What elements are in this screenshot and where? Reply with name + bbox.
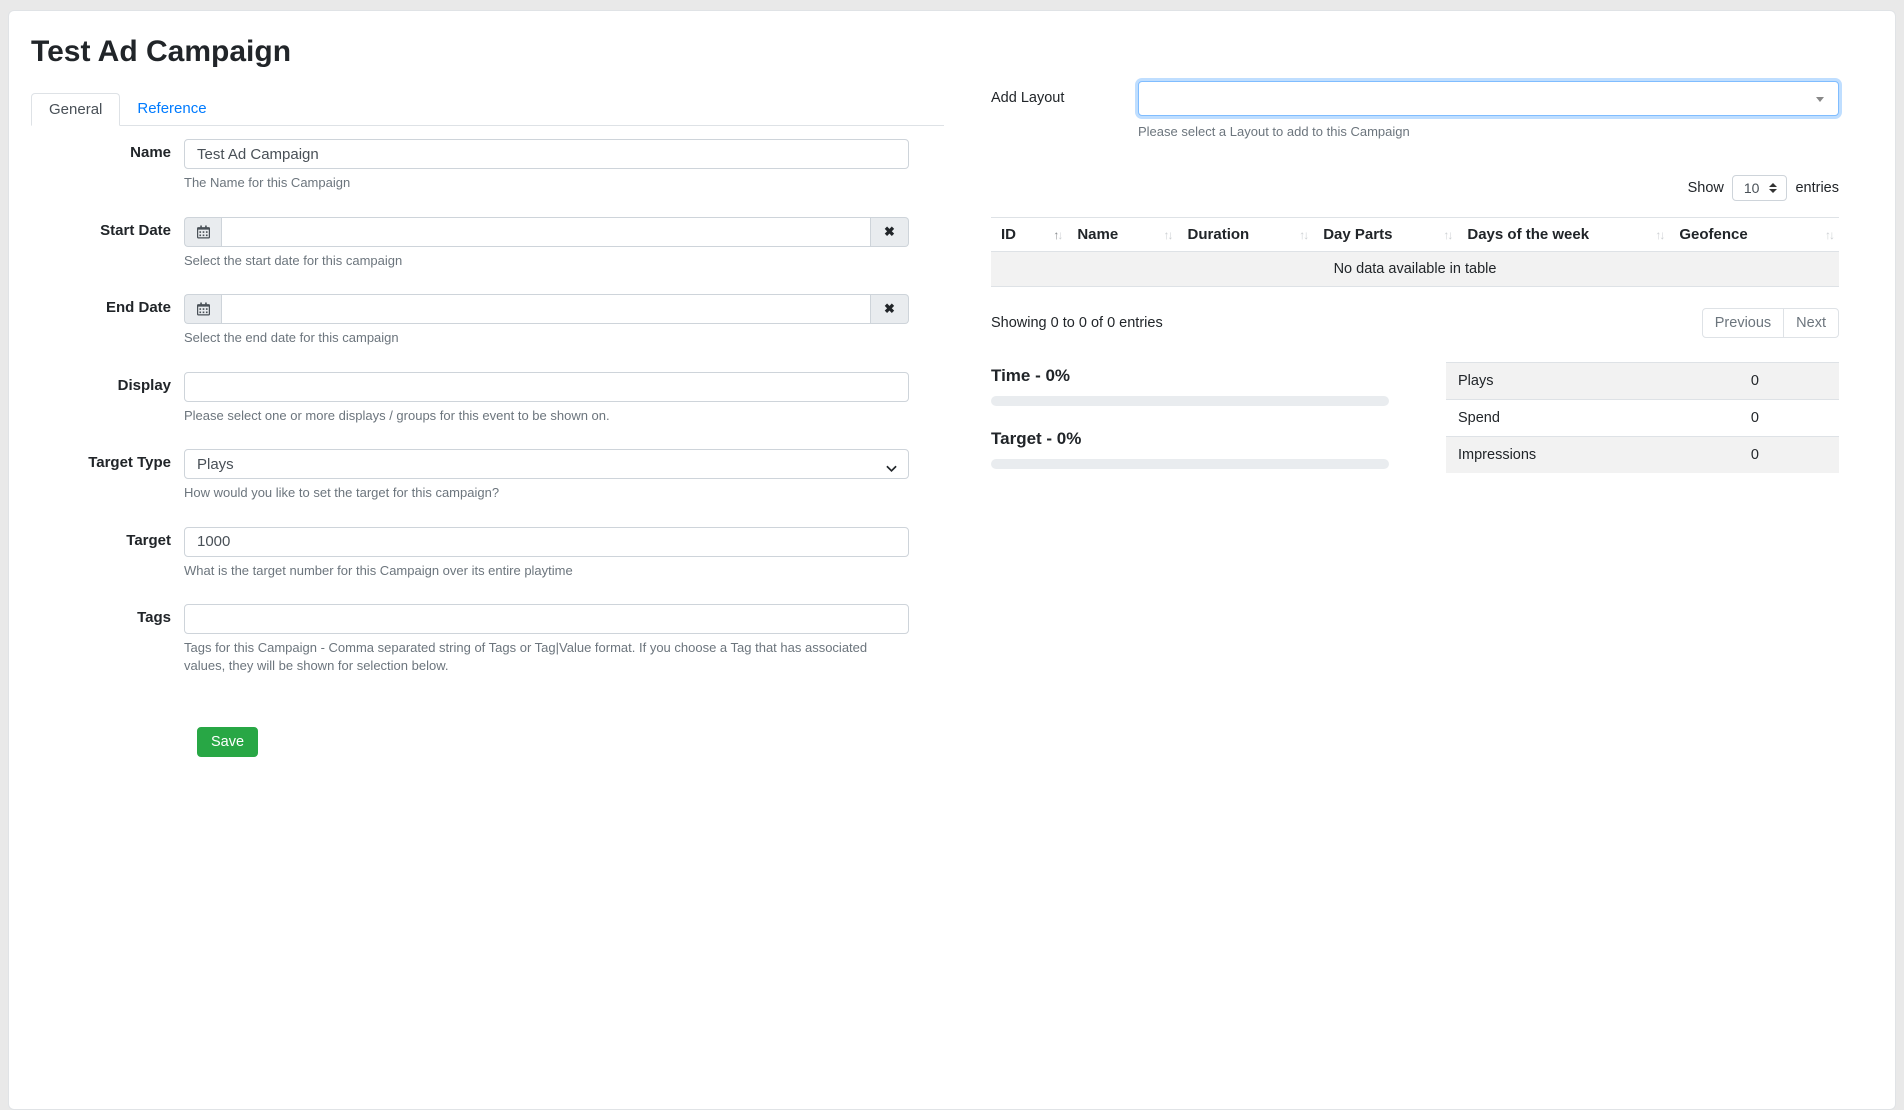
form-group-display: Display Please select one or more displa… [31,372,944,425]
stats-row-impressions: Impressions 0 [1446,437,1839,474]
page-length-select[interactable]: 10 [1732,175,1788,201]
end-date-input[interactable] [221,294,871,324]
sort-icon: ↑↓ [1825,228,1833,242]
tab-bar: General Reference [31,93,944,126]
stats-label: Spend [1446,400,1690,437]
display-label: Display [31,372,184,425]
column-label: Day Parts [1323,226,1392,243]
time-progress-label: Time - 0% [991,366,1389,386]
column-label: Duration [1188,226,1250,243]
chevron-down-icon [886,460,897,477]
stats-value: 0 [1690,400,1839,437]
dropdown-arrow-icon [1816,97,1824,102]
end-date-label: End Date [31,294,184,347]
column-header-name[interactable]: Name ↑↓ [1067,218,1177,252]
layouts-table: ID ↑↓ Name ↑↓ Duration ↑↓ Day Parts ↑↓ Days … [991,217,1839,287]
show-label: Show [1688,180,1724,196]
stats-table: Plays 0 Spend 0 Impressions 0 [1446,362,1839,473]
name-help: The Name for this Campaign [184,174,909,192]
progress-column: Time - 0% Target - 0% [991,362,1389,473]
add-layout-label: Add Layout [991,81,1138,116]
time-progress-bar [991,396,1389,406]
stats-row-spend: Spend 0 [1446,400,1839,437]
entries-label: entries [1795,180,1839,196]
end-date-clear-button[interactable]: ✖ [871,294,909,324]
layouts-table-header-row: ID ↑↓ Name ↑↓ Duration ↑↓ Day Parts ↑↓ Days … [991,218,1839,252]
target-label: Target [31,527,184,580]
sort-icon: ↑↓ [1299,228,1307,242]
empty-table-message: No data available in table [991,252,1839,287]
x-icon: ✖ [884,224,895,240]
form-group-end-date: End Date ✖ Select the end date for this … [31,294,944,347]
next-page-button[interactable]: Next [1783,308,1839,338]
target-type-select[interactable]: Plays [184,449,909,479]
start-date-clear-button[interactable]: ✖ [871,217,909,247]
end-date-help: Select the end date for this campaign [184,329,909,347]
name-input[interactable] [184,139,909,169]
target-help: What is the target number for this Campa… [184,562,909,580]
tags-help: Tags for this Campaign - Comma separated… [184,639,909,674]
add-layout-row: Add Layout [991,81,1839,116]
display-input[interactable] [184,372,909,402]
target-progress-bar [991,459,1389,469]
sort-icon: ↑↓ [1053,228,1061,242]
column-header-day-parts[interactable]: Day Parts ↑↓ [1313,218,1457,252]
main-card: Test Ad Campaign General Reference Name … [8,10,1896,1110]
sort-icon: ↑↓ [1655,228,1663,242]
table-info: Showing 0 to 0 of 0 entries [991,315,1163,331]
empty-table-row: No data available in table [991,252,1839,287]
layout-panel: Add Layout Please select a Layout to add… [991,81,1839,757]
form-group-tags: Tags Tags for this Campaign - Comma sepa… [31,604,944,674]
target-type-help: How would you like to set the target for… [184,484,909,502]
tab-reference[interactable]: Reference [120,93,223,125]
up-down-arrows-icon [1769,183,1777,193]
form-group-start-date: Start Date ✖ Select the start date for t… [31,217,944,270]
campaign-stats-section: Time - 0% Target - 0% Plays 0 Spend 0 [991,362,1839,473]
column-header-duration[interactable]: Duration ↑↓ [1178,218,1314,252]
start-date-input[interactable] [221,217,871,247]
tags-input[interactable] [184,604,909,634]
display-help: Please select one or more displays / gro… [184,407,909,425]
target-input[interactable] [184,527,909,557]
tags-label: Tags [31,604,184,674]
column-label: ID [1001,226,1016,243]
table-length-control: Show 10 entries [991,175,1839,201]
add-layout-select[interactable] [1138,81,1839,116]
column-label: Geofence [1679,226,1747,243]
stats-value: 0 [1690,437,1839,474]
page-title: Test Ad Campaign [31,35,944,69]
target-type-label: Target Type [31,449,184,502]
target-type-selected-value: Plays [197,456,234,473]
stats-row-plays: Plays 0 [1446,363,1839,400]
pagination: Previous Next [1702,308,1839,338]
form-group-name: Name The Name for this Campaign [31,139,944,192]
form-group-target-type: Target Type Plays How would you like to … [31,449,944,502]
add-layout-help: Please select a Layout to add to this Ca… [1138,124,1839,139]
stats-label: Impressions [1446,437,1690,474]
save-button[interactable]: Save [197,727,258,757]
calendar-icon [184,294,221,324]
calendar-icon [184,217,221,247]
start-date-help: Select the start date for this campaign [184,252,909,270]
page-length-value: 10 [1744,180,1760,196]
column-header-id[interactable]: ID ↑↓ [991,218,1067,252]
campaign-form-panel: Test Ad Campaign General Reference Name … [31,29,944,757]
general-tab-content: Name The Name for this Campaign Start Da… [31,139,944,757]
sort-icon: ↑↓ [1443,228,1451,242]
previous-page-button[interactable]: Previous [1702,308,1784,338]
table-footer-row: Showing 0 to 0 of 0 entries Previous Nex… [991,308,1839,338]
sort-icon: ↑↓ [1164,228,1172,242]
start-date-label: Start Date [31,217,184,270]
column-label: Name [1077,226,1118,243]
form-group-target: Target What is the target number for thi… [31,527,944,580]
target-progress-label: Target - 0% [991,429,1389,449]
column-header-geofence[interactable]: Geofence ↑↓ [1669,218,1839,252]
stats-value: 0 [1690,363,1839,400]
name-label: Name [31,139,184,192]
column-label: Days of the week [1467,226,1589,243]
stats-label: Plays [1446,363,1690,400]
tab-general[interactable]: General [31,93,120,126]
column-header-days-of-week[interactable]: Days of the week ↑↓ [1457,218,1669,252]
x-icon: ✖ [884,301,895,317]
